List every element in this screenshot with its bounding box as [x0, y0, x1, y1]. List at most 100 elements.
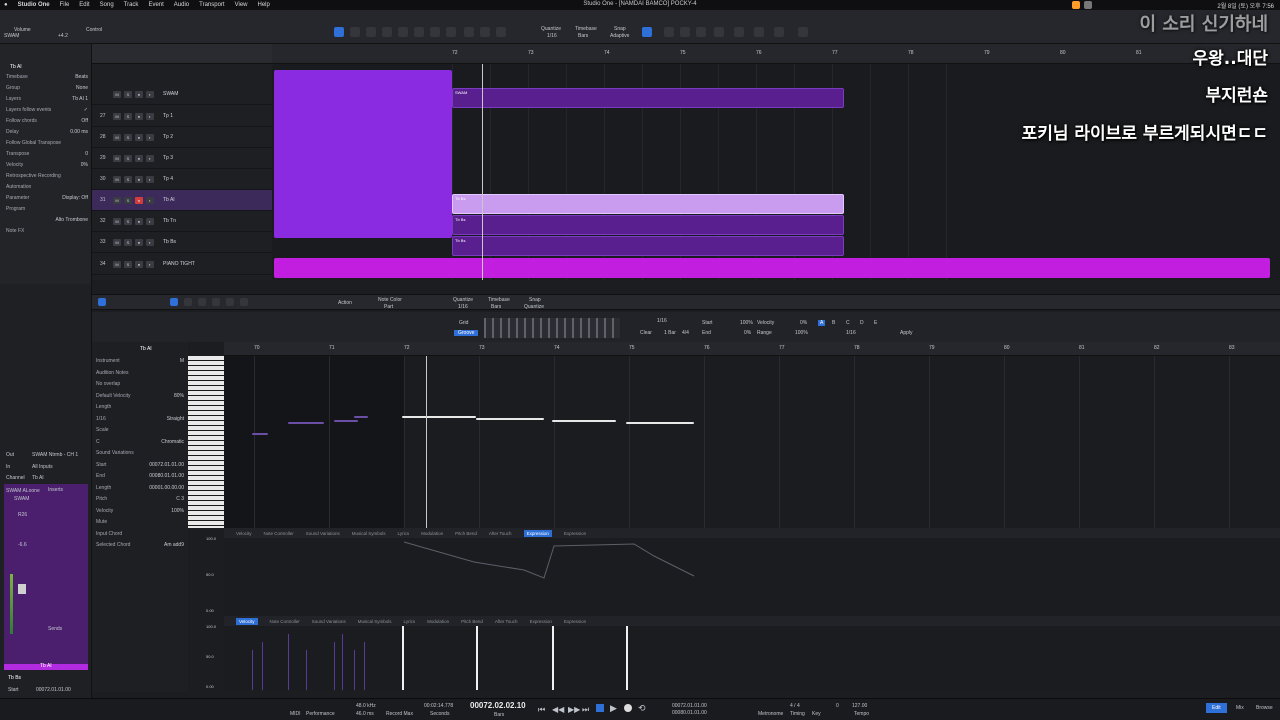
toolbar-button[interactable]	[696, 27, 706, 37]
note-inspector-row[interactable]: End 00080.01.01.00	[96, 473, 184, 481]
midi-note[interactable]	[252, 433, 268, 435]
menu-event[interactable]: Event	[148, 2, 163, 8]
expression-lane[interactable]	[224, 538, 1280, 616]
app-menu[interactable]: Studio One	[18, 2, 50, 8]
timebase-value[interactable]: Bars	[578, 33, 588, 39]
note-inspector-row[interactable]: C Chromatic	[96, 439, 184, 447]
lane-tab[interactable]: Musical Symbols	[358, 619, 392, 624]
record-arm-icon[interactable]: ●	[135, 90, 143, 98]
track-header[interactable]: 33 M S ● ◐ Tb Bs	[92, 232, 272, 253]
snap-toggle-icon[interactable]	[642, 27, 652, 37]
inspector-row-value[interactable]: 0.00 ms	[70, 129, 88, 137]
monitor-icon[interactable]: ◐	[146, 175, 154, 183]
track-name[interactable]: Tp 4	[163, 176, 173, 182]
out-value[interactable]: SWAM Ntrmb - CH 1	[32, 452, 78, 458]
grid-icon[interactable]	[774, 27, 784, 37]
split-tool-icon[interactable]	[366, 27, 376, 37]
menu-view[interactable]: View	[235, 2, 248, 8]
record-arm-icon[interactable]: ●	[135, 260, 143, 268]
preset-c[interactable]: C	[846, 320, 850, 326]
lane-tab[interactable]: Expression	[564, 619, 586, 624]
lane-tab[interactable]: Musical Symbols	[352, 531, 386, 536]
inspector-row[interactable]: Parameter Display: Off	[6, 195, 88, 203]
inspector-row[interactable]: Follow chords Off	[6, 118, 88, 126]
midi-note[interactable]	[288, 422, 324, 424]
note-inspector-value[interactable]: Chromatic	[161, 439, 184, 447]
solo-button[interactable]: S	[124, 175, 132, 183]
metronome-label[interactable]: Metronome	[758, 711, 783, 717]
note-inspector-value[interactable]: 00072.01.01.00	[149, 462, 184, 470]
inspector-row-value[interactable]: 0%	[81, 162, 88, 170]
arrow-tool-icon[interactable]	[334, 27, 344, 37]
sends-label[interactable]: Sends	[48, 626, 62, 632]
bend-tool-icon[interactable]	[430, 27, 440, 37]
menu-file[interactable]: File	[60, 2, 70, 8]
track-name[interactable]: Tb Bs	[163, 239, 176, 245]
editor-playhead[interactable]	[426, 356, 427, 528]
solo-button[interactable]: S	[124, 90, 132, 98]
key-value[interactable]: 0	[836, 703, 839, 709]
monitor-icon[interactable]: ◐	[146, 112, 154, 120]
note-inspector-row[interactable]: Start 00072.01.01.00	[96, 462, 184, 470]
menu-transport[interactable]: Transport	[199, 2, 224, 8]
tempo-value[interactable]: 127.00	[852, 703, 867, 709]
monitor-icon[interactable]: ◐	[146, 90, 154, 98]
action-menu[interactable]: Action	[338, 300, 352, 306]
record-icon[interactable]	[624, 704, 632, 712]
solo-button[interactable]: S	[124, 217, 132, 225]
speaker-icon[interactable]	[240, 298, 248, 306]
velocity-bar[interactable]	[334, 642, 335, 690]
pencil-icon[interactable]	[184, 298, 192, 306]
inspector-row[interactable]: Timebase Beats	[6, 74, 88, 82]
range-tool-icon[interactable]	[350, 27, 360, 37]
midi-note[interactable]	[354, 416, 368, 418]
track-header[interactable]: 34 M S ● ◐ PIANO TIGHT	[92, 254, 272, 275]
lane-tab[interactable]: Lyrics	[404, 619, 416, 624]
monitor-icon[interactable]: ◐	[146, 196, 154, 204]
monitor-icon[interactable]: ◐	[146, 217, 154, 225]
lane-tab[interactable]: Velocity	[236, 531, 252, 536]
snap-icon[interactable]	[496, 27, 506, 37]
inspector-row-value[interactable]: Alto Trombone	[55, 217, 88, 225]
editor-quantize-value[interactable]: 1/16	[458, 304, 468, 310]
note-inspector-value[interactable]: C 3	[176, 496, 184, 504]
status-icon[interactable]	[1072, 1, 1080, 9]
zoom-icon[interactable]	[480, 27, 490, 37]
track-header[interactable]: M S ● ◐ SWAM	[92, 84, 272, 105]
toolbar-button[interactable]	[664, 27, 674, 37]
editor-timebase-value[interactable]: Bars	[491, 304, 501, 310]
record-arm-icon[interactable]: ●	[135, 196, 143, 204]
inspector-row-value[interactable]: Off	[81, 118, 88, 126]
mute-button[interactable]: M	[113, 90, 121, 98]
end-pct[interactable]: 0%	[744, 330, 751, 336]
status-icon[interactable]	[1084, 1, 1092, 9]
inspector-row[interactable]: Program	[6, 206, 88, 214]
piano-roll-ruler[interactable]: 70 71 72 73 74 75 76 77 78 79 80 81 82 83	[224, 342, 1280, 356]
toolbar-button[interactable]	[680, 27, 690, 37]
timing-label[interactable]: Timing	[790, 711, 805, 717]
note-inspector-row[interactable]: No overlap	[96, 381, 184, 389]
midi-note[interactable]	[334, 420, 358, 422]
inspector-row-value[interactable]: Display: Off	[62, 195, 88, 203]
menu-edit[interactable]: Edit	[79, 2, 89, 8]
note-inspector-row[interactable]: Scale	[96, 427, 184, 435]
arrange-clip[interactable]: Tb Bs	[452, 236, 844, 256]
eraser-tool-icon[interactable]	[382, 27, 392, 37]
monitor-icon[interactable]: ◐	[146, 260, 154, 268]
in-value[interactable]: All Inputs	[32, 464, 53, 470]
editor-select-icon[interactable]	[170, 298, 178, 306]
piano-keyboard[interactable]	[188, 356, 224, 528]
solo-button[interactable]: S	[124, 260, 132, 268]
editor-arrow-icon[interactable]	[98, 298, 106, 306]
lane-tab[interactable]: Pitch Bend	[461, 619, 483, 624]
track-name[interactable]: Tp 3	[163, 155, 173, 161]
forward-icon[interactable]: ▶▶	[568, 705, 580, 714]
mute-button[interactable]: M	[113, 260, 121, 268]
snap-value[interactable]: Adaptive	[610, 33, 629, 39]
record-arm-icon[interactable]: ●	[135, 217, 143, 225]
midi-note[interactable]	[552, 420, 616, 422]
record-arm-icon[interactable]: ●	[135, 238, 143, 246]
velocity-bar[interactable]	[262, 642, 263, 690]
menu-audio[interactable]: Audio	[174, 2, 189, 8]
velocity-bar[interactable]	[364, 642, 365, 690]
